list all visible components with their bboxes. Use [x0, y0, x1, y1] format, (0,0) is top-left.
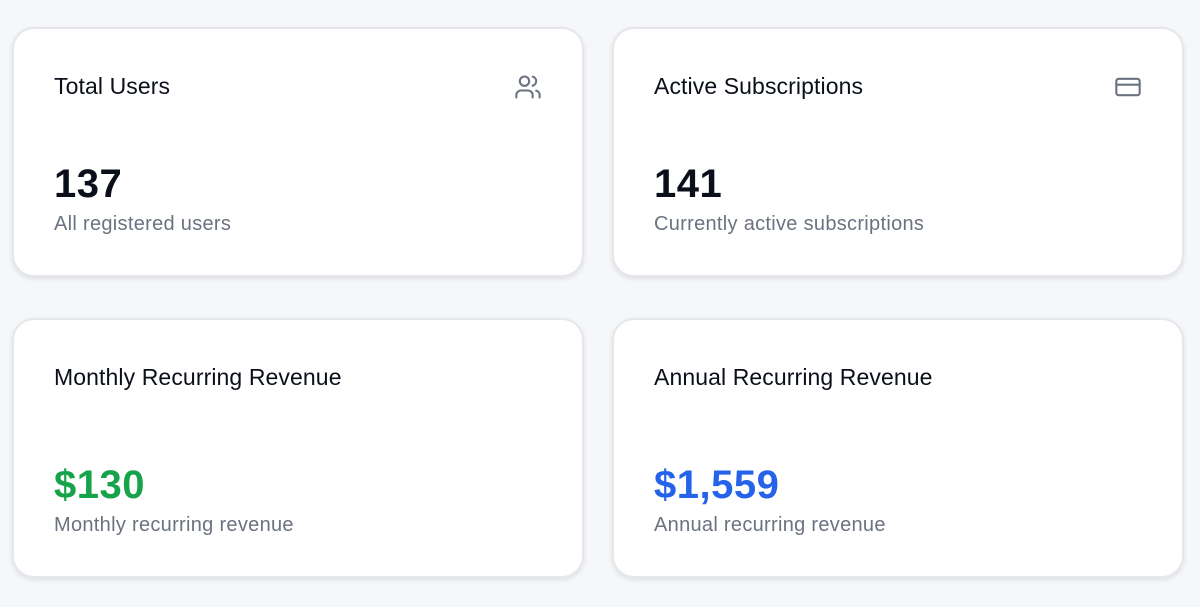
mrr-card: Monthly Recurring Revenue $130 Monthly r… — [12, 318, 584, 578]
card-caption: Monthly recurring revenue — [54, 514, 294, 536]
card-title: Total Users — [54, 73, 171, 99]
stats-grid: Total Users 137 All registered users Act… — [0, 0, 1200, 607]
active-subscriptions-value: 141 — [654, 162, 723, 206]
arr-value: $1,559 — [654, 463, 780, 507]
card-caption: Annual recurring revenue — [654, 514, 886, 536]
card-title: Annual Recurring Revenue — [654, 364, 933, 390]
total-users-card: Total Users 137 All registered users — [12, 27, 584, 277]
users-icon — [514, 73, 542, 101]
credit-card-icon — [1114, 73, 1142, 101]
card-caption: Currently active subscriptions — [654, 213, 925, 235]
active-subscriptions-card: Active Subscriptions 141 Currently activ… — [612, 27, 1184, 277]
mrr-value: $130 — [54, 463, 145, 507]
card-title: Monthly Recurring Revenue — [54, 364, 342, 390]
total-users-value: 137 — [54, 162, 123, 206]
arr-card: Annual Recurring Revenue $1,559 Annual r… — [612, 318, 1184, 578]
card-title: Active Subscriptions — [654, 73, 864, 99]
card-caption: All registered users — [54, 213, 232, 235]
